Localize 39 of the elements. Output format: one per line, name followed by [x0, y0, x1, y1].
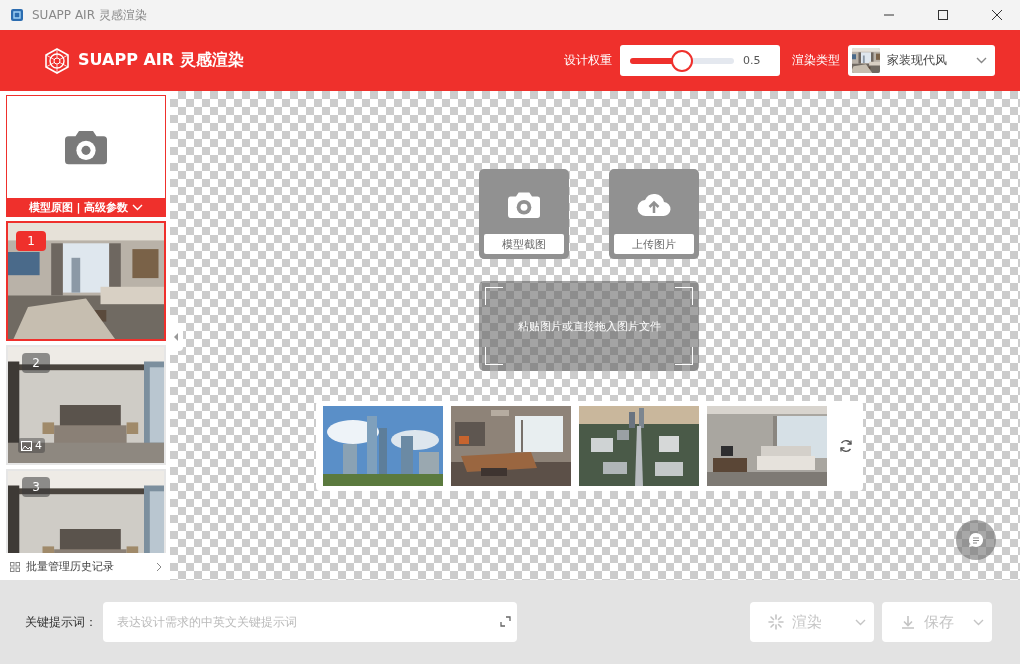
- weight-slider[interactable]: [630, 49, 734, 72]
- close-icon: [992, 10, 1002, 20]
- image-icon: [21, 440, 32, 451]
- download-icon: [900, 614, 916, 630]
- drop-zone[interactable]: 粘贴图片或直接拖入图片文件: [479, 281, 699, 371]
- slider-thumb[interactable]: [671, 49, 693, 72]
- advanced-params-button[interactable]: 模型原图 | 高级参数: [7, 198, 165, 216]
- brand-name: SUAPP AIR 灵感渲染: [78, 50, 245, 71]
- weight-value: 0.5: [743, 54, 761, 67]
- upload-card[interactable]: 模型原图 | 高级参数: [6, 95, 166, 217]
- expand-icon[interactable]: [500, 616, 511, 627]
- camera-icon: [508, 191, 540, 219]
- chat-icon: [968, 532, 984, 548]
- window-title: SUAPP AIR 灵感渲染: [32, 6, 148, 24]
- caret-icon: [976, 57, 987, 64]
- triangle-left-icon: [174, 333, 179, 341]
- maximize-icon: [938, 10, 948, 20]
- render-type-select[interactable]: 家装现代风: [848, 45, 995, 76]
- caret-icon: [855, 618, 866, 626]
- camera-icon: [65, 129, 107, 165]
- app-icon: [10, 8, 24, 22]
- history-item[interactable]: 1: [6, 221, 166, 341]
- screenshot-button[interactable]: 模型截图: [479, 169, 569, 259]
- chevron-right-icon: [156, 561, 162, 572]
- caret-icon: [973, 618, 984, 626]
- cloud-upload-icon: [637, 191, 671, 217]
- item-number: 1: [16, 231, 46, 251]
- logo-icon: [44, 47, 70, 74]
- prompt-label: 关键提示词：: [25, 613, 97, 631]
- upload-image-button[interactable]: 上传图片: [609, 169, 699, 259]
- image-count: 4: [18, 438, 45, 453]
- prompt-field[interactable]: 表达设计需求的中英文关键提示词: [103, 602, 517, 642]
- refresh-icon: [838, 439, 853, 453]
- chat-button[interactable]: [956, 520, 996, 560]
- sparkle-icon: [768, 614, 784, 630]
- grid-icon: [10, 561, 20, 572]
- weight-label: 设计权重: [564, 52, 612, 69]
- caret-icon: [132, 203, 144, 211]
- render-type-label: 渲染类型: [792, 52, 840, 69]
